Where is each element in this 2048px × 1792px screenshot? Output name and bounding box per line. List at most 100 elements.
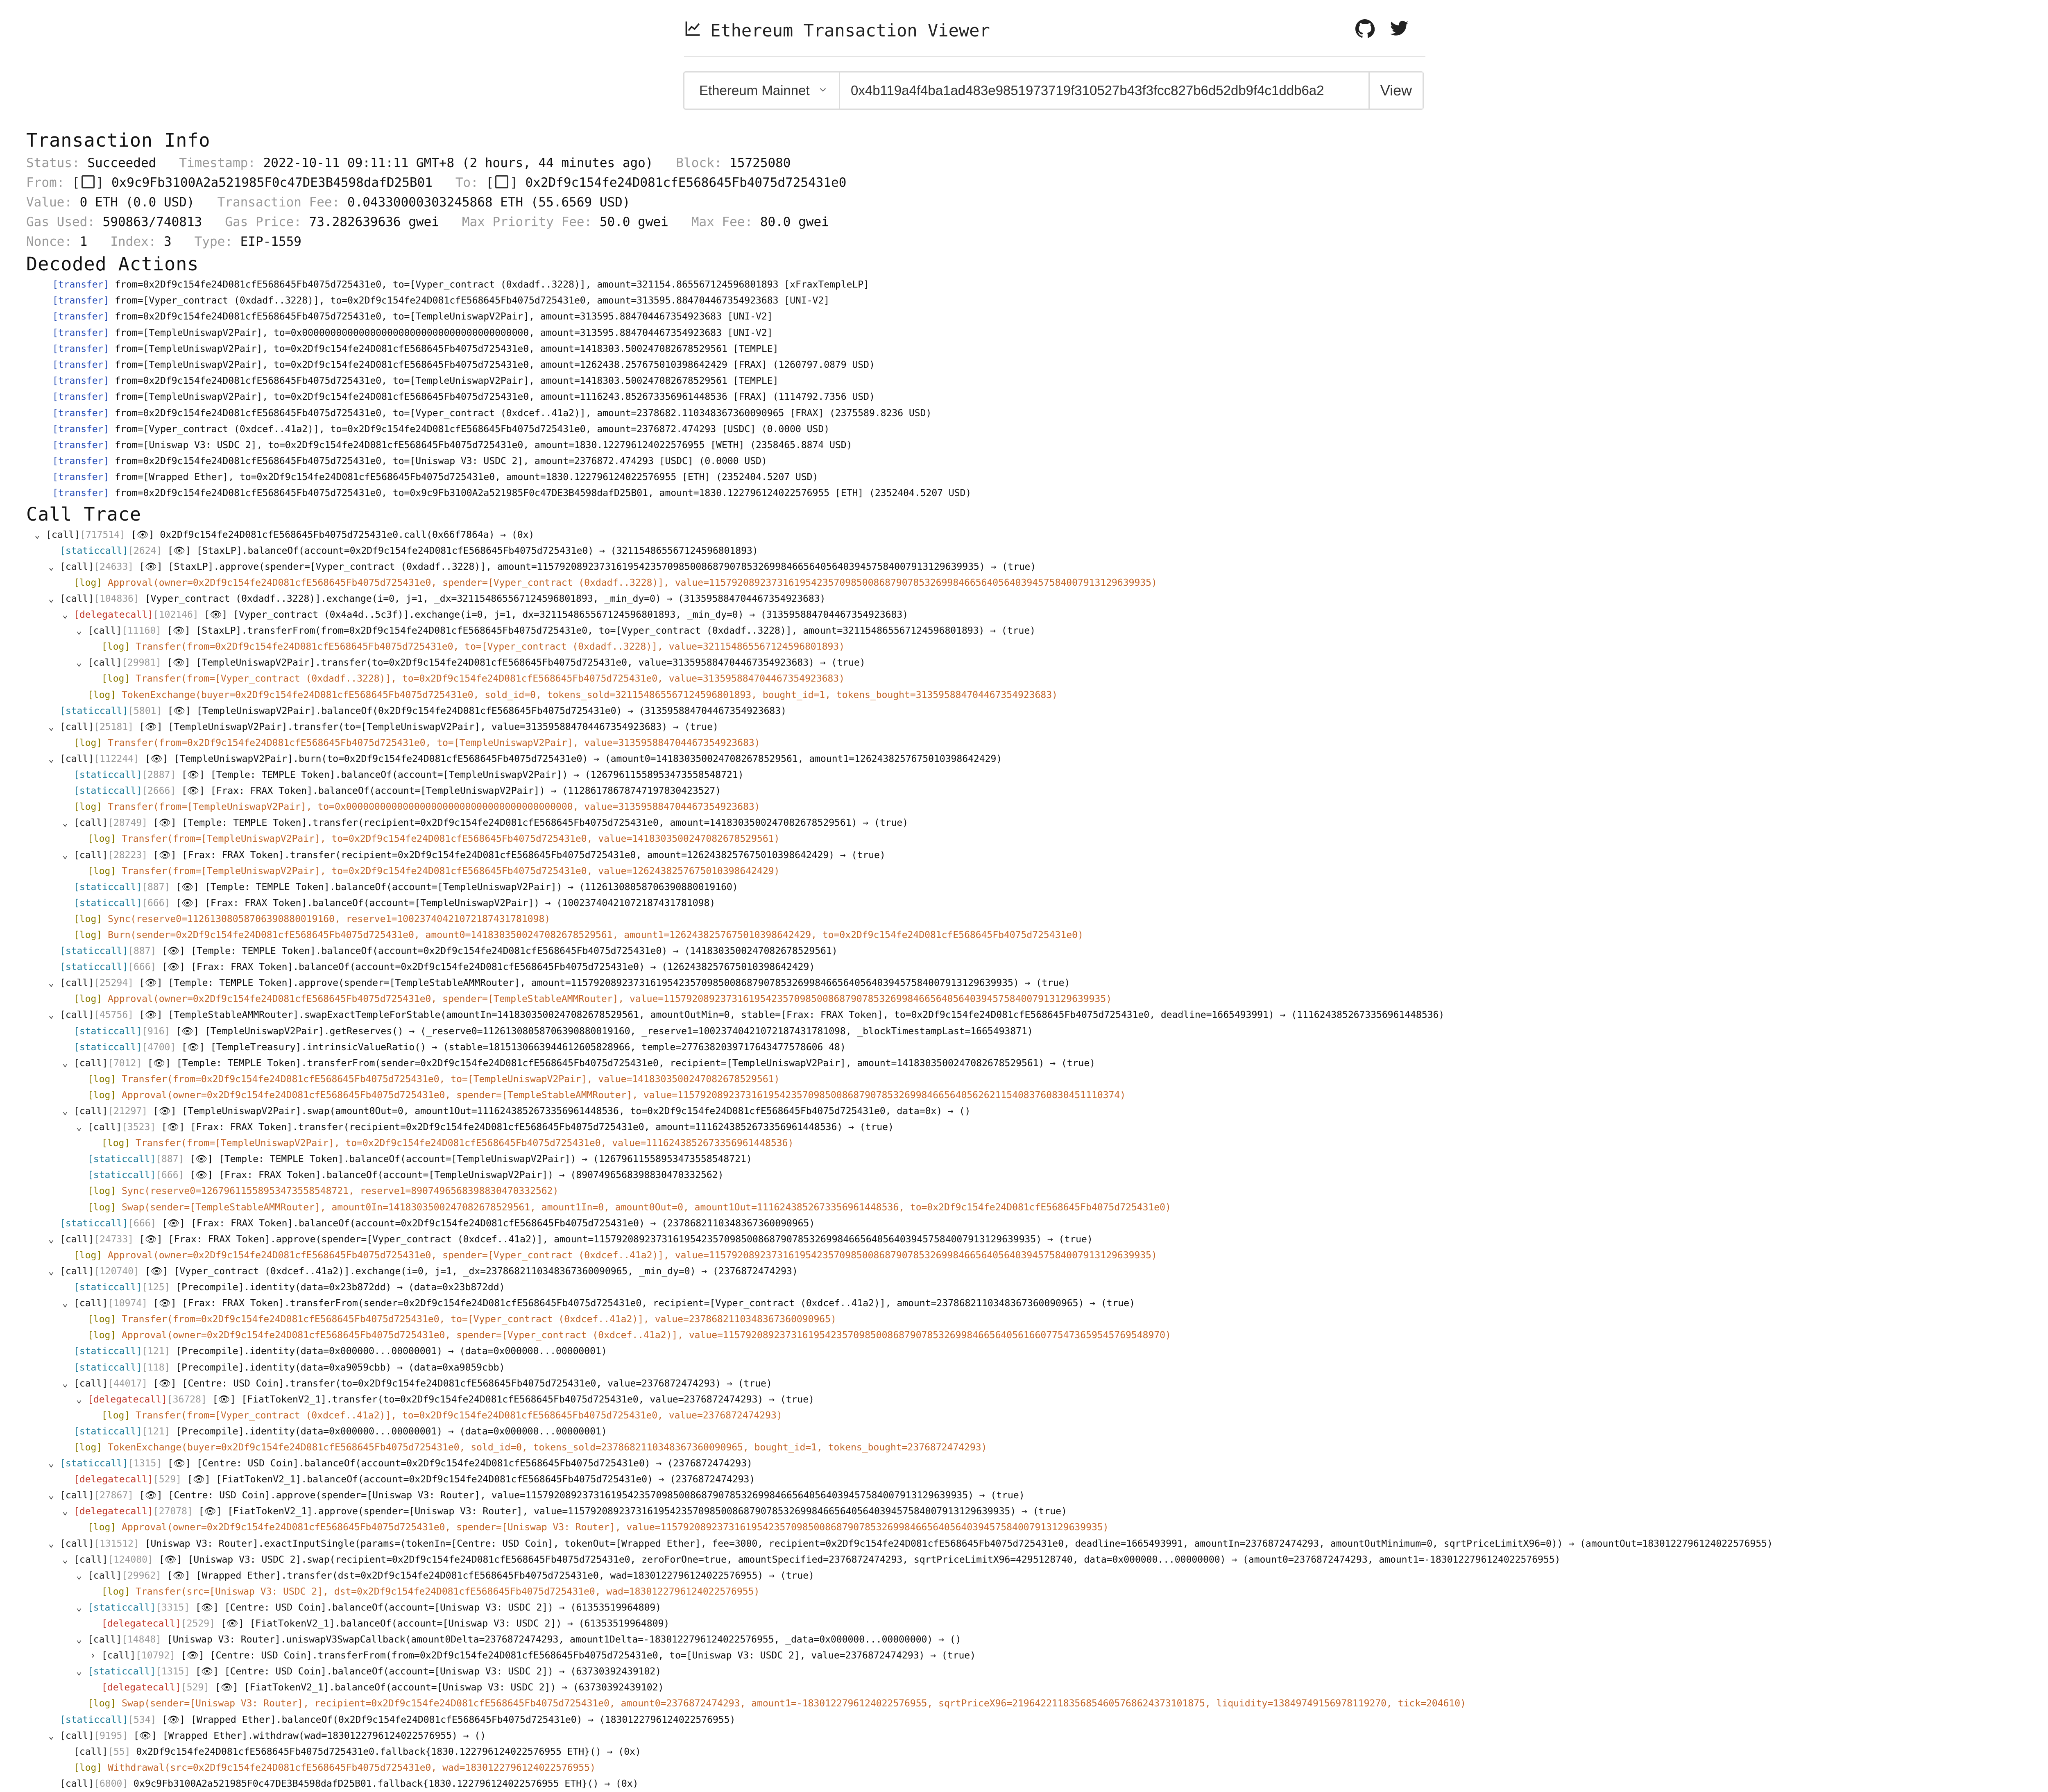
index-label: Index: — [110, 234, 156, 249]
chevron-down-icon[interactable]: ⌄ — [62, 847, 74, 863]
trace-row[interactable]: ⌄ [call][44017] [👁] [Centre: USD Coin].tr… — [26, 1376, 2048, 1392]
trace-type: [staticcall] — [88, 1170, 156, 1181]
trace-row[interactable]: ⌄ [call][14848] [Uniswap V3: Router].unis… — [26, 1632, 2048, 1648]
twitter-icon[interactable] — [1389, 19, 1409, 41]
trace-row[interactable]: ⌄ [call][24733] [👁] [Frax: FRAX Token].ap… — [26, 1232, 2048, 1248]
network-select-value: Ethereum Mainnet — [699, 83, 810, 98]
tx-hash-input[interactable] — [840, 72, 1368, 109]
trace-type: [call] — [74, 1554, 108, 1565]
trace-type: [staticcall] — [88, 1602, 156, 1613]
trace-row: [log] Transfer(src=[Uniswap V3: USDC 2],… — [26, 1584, 2048, 1600]
trace-row[interactable]: ⌄ [call][10974] [👁] [Frax: FRAX Token].tr… — [26, 1296, 2048, 1312]
chevron-down-icon[interactable]: ⌄ — [48, 1456, 60, 1472]
trace-row[interactable]: ⌄ [call][25181] [👁] [TempleUniswapV2Pair]… — [26, 719, 2048, 735]
chevron-down-icon[interactable]: ⌄ — [48, 559, 60, 575]
decoded-action-row: [transfer] from=0x2Df9c154fe24D081cfE568… — [52, 406, 2048, 421]
trace-row[interactable]: ⌄ [call][24633] [👁] [StaxLP].approve(spen… — [26, 559, 2048, 575]
trace-row[interactable]: › [call][10792] [👁] [Centre: USD Coin].tr… — [26, 1648, 2048, 1664]
trace-row[interactable]: ⌄ [call][21297] [👁] [TempleUniswapV2Pair]… — [26, 1103, 2048, 1119]
chevron-down-icon[interactable]: ⌄ — [62, 1296, 74, 1312]
chevron-down-icon[interactable]: ⌄ — [62, 1376, 74, 1392]
chevron-down-icon[interactable]: ⌄ — [48, 1007, 60, 1023]
trace-row[interactable]: ⌄ [call][124080] [👁] [Uniswap V3: USDC 2]… — [26, 1552, 2048, 1568]
trace-row: [log] Approval(owner=0x2Df9c154fe24D081c… — [26, 1087, 2048, 1103]
chevron-down-icon[interactable]: ⌄ — [48, 751, 60, 767]
copy-icon[interactable] — [495, 175, 509, 188]
trace-type: [staticcall] — [60, 1218, 128, 1229]
trace-row[interactable]: ⌄ [call][28223] [👁] [Frax: FRAX Token].tr… — [26, 847, 2048, 863]
chevron-down-icon[interactable]: ⌄ — [48, 591, 60, 607]
chevron-down-icon[interactable]: ⌄ — [62, 815, 74, 831]
chevron-down-icon[interactable]: ⌄ — [76, 1119, 88, 1135]
trace-row[interactable]: ⌄ [delegatecall][102146] [👁] [Vyper_contr… — [26, 607, 2048, 623]
trace-row[interactable]: ⌄ [call][3523] [👁] [Frax: FRAX Token].tra… — [26, 1119, 2048, 1135]
trace-text: [Uniswap V3: Router].exactInputSingle(pa… — [145, 1538, 1773, 1549]
chevron-down-icon[interactable]: ⌄ — [62, 607, 74, 623]
trace-row[interactable]: ⌄ [call][28749] [👁] [Temple: TEMPLE Token… — [26, 815, 2048, 831]
trace-row[interactable]: ⌄ [call][9195] [👁] [Wrapped Ether].withdr… — [26, 1728, 2048, 1744]
trace-text: [👁] [Temple: TEMPLE Token].balanceOf(acc… — [181, 770, 744, 781]
trace-row[interactable]: ⌄ [delegatecall][27078] [👁] [FiatTokenV2_… — [26, 1504, 2048, 1520]
view-button[interactable]: View — [1368, 72, 1423, 109]
chevron-down-icon[interactable]: ⌄ — [48, 1264, 60, 1280]
chevron-down-icon[interactable]: ⌄ — [76, 1392, 88, 1408]
trace-type: [log] — [74, 1250, 102, 1261]
to-address[interactable]: 0x2Df9c154fe24D081cfE568645Fb4075d725431… — [526, 175, 847, 190]
chevron-down-icon[interactable]: ⌄ — [48, 1488, 60, 1504]
chevron-down-icon[interactable]: ⌄ — [62, 1504, 74, 1520]
copy-icon[interactable] — [81, 175, 95, 188]
chevron-down-icon[interactable]: ⌄ — [76, 623, 88, 639]
trace-row[interactable]: ⌄ [call][112244] [👁] [TempleUniswapV2Pair… — [26, 751, 2048, 767]
chevron-down-icon[interactable]: ⌄ — [62, 1103, 74, 1119]
trace-gas: [9195] — [94, 1730, 128, 1741]
chevron-down-icon[interactable]: ⌄ — [76, 1600, 88, 1616]
github-icon[interactable] — [1355, 19, 1375, 41]
trace-gas: [21297] — [108, 1106, 148, 1117]
trace-row[interactable]: ⌄ [call][7012] [👁] [Temple: TEMPLE Token]… — [26, 1056, 2048, 1072]
trace-row[interactable]: ⌄ [staticcall][1315] [👁] [Centre: USD Coi… — [26, 1456, 2048, 1472]
chevron-down-icon[interactable]: ⌄ — [48, 1536, 60, 1552]
chevron-right-icon[interactable]: › — [90, 1648, 102, 1664]
chevron-down-icon[interactable]: ⌄ — [48, 1232, 60, 1248]
chevron-down-icon[interactable]: ⌄ — [48, 1728, 60, 1744]
trace-row[interactable]: ⌄ [call][120740] [👁] [Vyper_contract (0xd… — [26, 1264, 2048, 1280]
chevron-down-icon[interactable]: ⌄ — [76, 1664, 88, 1680]
chevron-down-icon[interactable]: ⌄ — [76, 1632, 88, 1648]
trace-row[interactable]: ⌄ [delegatecall][36728] [👁] [FiatTokenV2_… — [26, 1392, 2048, 1408]
trace-row[interactable]: ⌄ [call][29962] [👁] [Wrapped Ether].trans… — [26, 1568, 2048, 1584]
trace-row: [staticcall][5801] [👁] [TempleUniswapV2P… — [26, 703, 2048, 719]
trace-text: [👁] [TempleUniswapV2Pair].transfer(to=[T… — [139, 721, 718, 732]
trace-row[interactable]: ⌄ [call][27867] [👁] [Centre: USD Coin].ap… — [26, 1488, 2048, 1504]
chevron-down-icon[interactable]: ⌄ — [76, 655, 88, 671]
decoded-action-row: [transfer] from=0x2Df9c154fe24D081cfE568… — [52, 309, 2048, 325]
trace-row[interactable]: ⌄ [staticcall][3315] [👁] [Centre: USD Coi… — [26, 1600, 2048, 1616]
trace-text: [👁] [StaxLP].approve(spender=[Vyper_cont… — [139, 561, 1036, 572]
from-address[interactable]: 0x9c9Fb3100A2a521985F0c47DE3B4598dafD25B… — [111, 175, 433, 190]
action-tag: [transfer] — [52, 408, 109, 419]
trace-row[interactable]: ⌄ [staticcall][1315] [👁] [Centre: USD Coi… — [26, 1664, 2048, 1680]
trace-text: [👁] [Temple: TEMPLE Token].balanceOf(acc… — [162, 946, 838, 957]
trace-row[interactable]: ⌄ [call][717514] [👁] 0x2Df9c154fe24D081cf… — [26, 527, 2048, 543]
chevron-down-icon[interactable]: ⌄ — [34, 527, 46, 543]
trace-gas: [55] — [108, 1746, 131, 1757]
trace-row[interactable]: ⌄ [call][131512] [Uniswap V3: Router].exa… — [26, 1536, 2048, 1552]
trace-row[interactable]: ⌄ [call][11160] [👁] [StaxLP].transferFrom… — [26, 623, 2048, 639]
trace-row[interactable]: ⌄ [call][29981] [👁] [TempleUniswapV2Pair]… — [26, 655, 2048, 671]
trace-row[interactable]: ⌄ [call][104836] [Vyper_contract (0xdadf.… — [26, 591, 2048, 607]
trace-row: [staticcall][121] [Precompile].identity(… — [26, 1424, 2048, 1440]
trace-type: [call] — [88, 1122, 122, 1133]
trace-row[interactable]: ⌄ [call][45756] [👁] [TempleStableAMMRoute… — [26, 1007, 2048, 1023]
network-select[interactable]: Ethereum Mainnet — [684, 72, 840, 109]
trace-text: Transfer(from=[TempleUniswapV2Pair], to=… — [136, 1138, 794, 1149]
trace-row[interactable]: ⌄ [call][25294] [👁] [Temple: TEMPLE Token… — [26, 975, 2048, 991]
trace-text: [👁] [Wrapped Ether].withdraw(wad=1830122… — [134, 1730, 486, 1741]
trace-text: TokenExchange(buyer=0x2Df9c154fe24D081cf… — [122, 689, 1058, 700]
trace-type: [log] — [74, 802, 102, 813]
trace-gas: [10792] — [136, 1650, 176, 1661]
trace-type: [staticcall] — [74, 1426, 142, 1437]
chevron-down-icon[interactable]: ⌄ — [62, 1552, 74, 1568]
chevron-down-icon[interactable]: ⌄ — [48, 975, 60, 991]
chevron-down-icon[interactable]: ⌄ — [48, 719, 60, 735]
chevron-down-icon[interactable]: ⌄ — [62, 1056, 74, 1072]
chevron-down-icon[interactable]: ⌄ — [76, 1568, 88, 1584]
